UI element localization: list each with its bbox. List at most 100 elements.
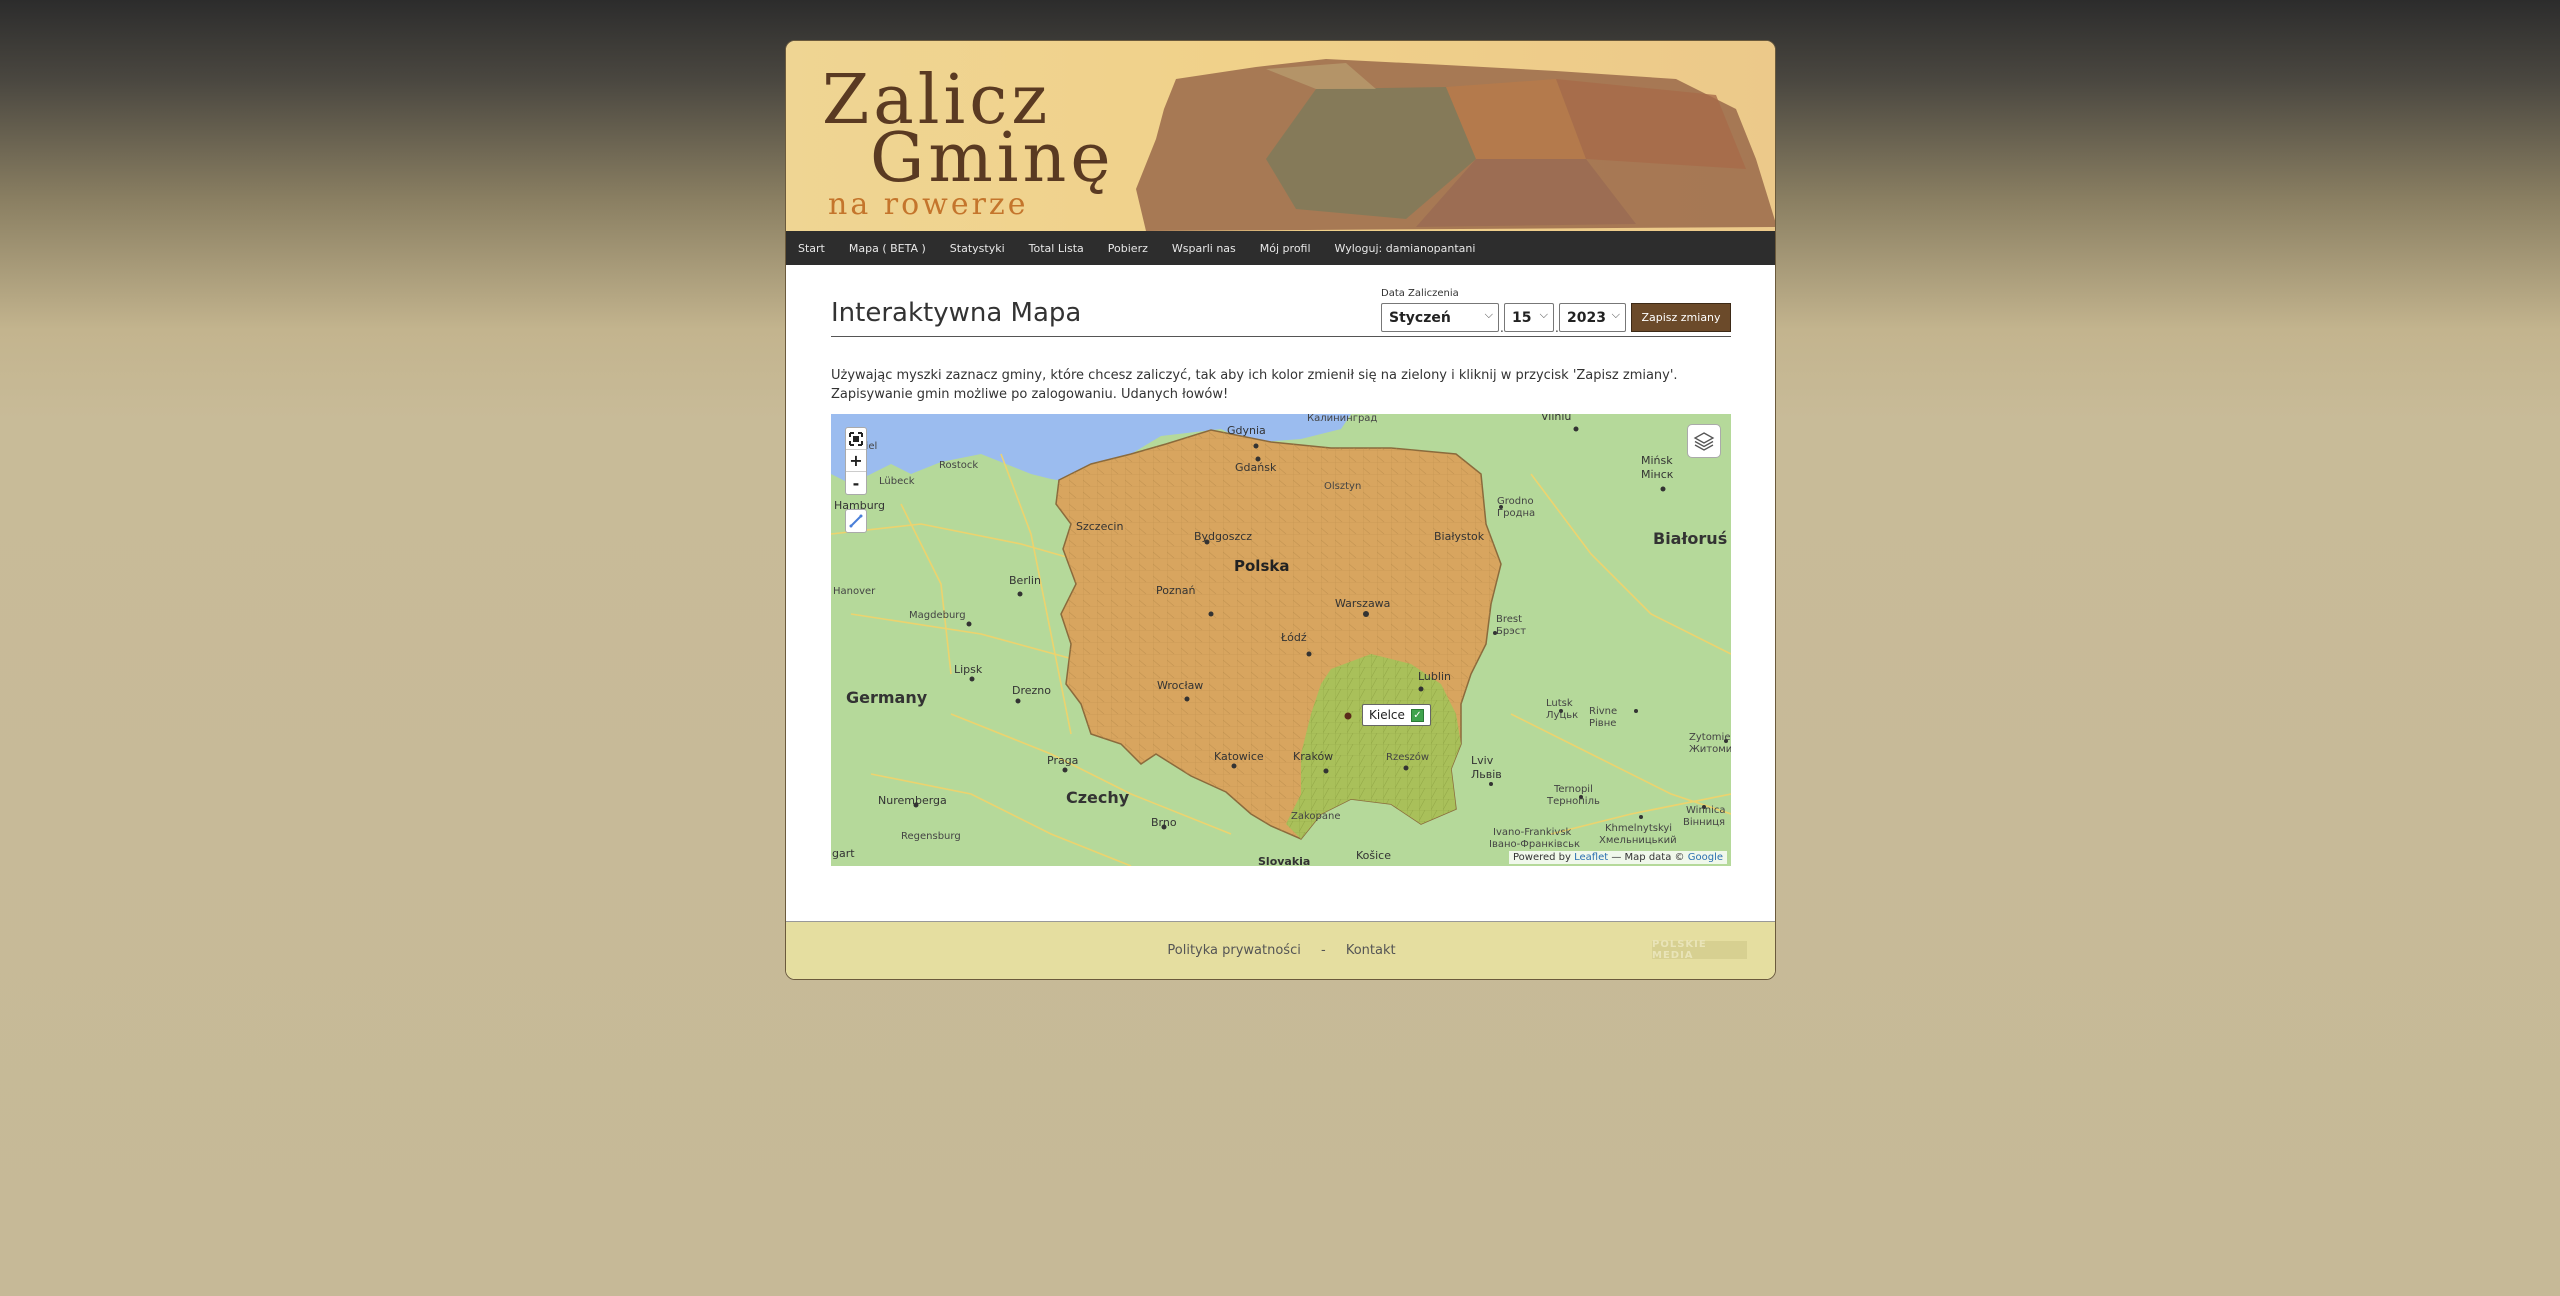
map-label-ternopil: Ternopil — [1554, 784, 1593, 795]
map-attribution: Powered by Leaflet — Map data © Google — [1508, 851, 1727, 864]
map-label-kosice: Košice — [1356, 849, 1391, 862]
map-label-zhytomyr-cyr: Житоми — [1689, 744, 1731, 755]
draw-control[interactable] — [845, 509, 867, 533]
nav-mapa-beta[interactable]: Mapa ( BETA ) — [849, 242, 926, 255]
map-label-lublin: Lublin — [1418, 670, 1451, 683]
map-label-rzeszow: Rzeszów — [1386, 752, 1430, 763]
save-button[interactable]: Zapisz zmiany — [1631, 303, 1731, 332]
draw-line-icon[interactable] — [846, 510, 866, 532]
fullscreen-icon[interactable] — [846, 428, 866, 450]
map-label-brest-cyr: Брэст — [1496, 626, 1527, 637]
map-label-ivano-frankivsk: Ivano-Frankivsk — [1493, 827, 1572, 838]
map-label-minsk-cyr: Мінск — [1641, 468, 1674, 481]
map-label-poznan: Poznań — [1156, 584, 1196, 597]
checkbox-checked-icon[interactable]: ✓ — [1410, 708, 1424, 722]
map-label-berlin: Berlin — [1009, 574, 1041, 587]
instructions-line-2: Zapisywanie gmin możliwe po zalogowaniu.… — [831, 387, 1229, 402]
map-label-katowice: Katowice — [1214, 750, 1264, 763]
attribution-middle: — Map data © — [1611, 852, 1685, 863]
map-label-vilnius: Vilniu — [1541, 414, 1572, 423]
map-label-bydgoszcz: Bydgoszcz — [1194, 530, 1253, 543]
day-select[interactable]: 15 ⌵ — [1504, 303, 1554, 332]
footer-links: Polityka prywatności - Kontakt — [786, 943, 1775, 958]
nav-wsparli-nas[interactable]: Wsparli nas — [1172, 242, 1236, 255]
map-label-gdynia: Gdynia — [1227, 424, 1266, 437]
map-label-brno: Brno — [1151, 816, 1177, 829]
map-label-grodno: Grodno — [1497, 496, 1534, 507]
month-select-value: Styczeń — [1389, 309, 1451, 326]
map-label-lviv: Lviv — [1471, 754, 1494, 767]
map-label-nuremberga: Nuremberga — [878, 794, 947, 807]
map-label-brest: Brest — [1496, 614, 1523, 625]
map-label-szczecin: Szczecin — [1076, 520, 1124, 533]
map-label-ivano-frankivsk-cyr: Івано-Франківськ — [1489, 839, 1581, 850]
map-label-kaliningrad: Калининград — [1307, 414, 1378, 424]
fullscreen-control[interactable]: + - — [845, 427, 867, 495]
footer-brand-logo[interactable]: POLSKIE MEDIA — [1652, 939, 1747, 961]
zoom-in-button[interactable]: + — [846, 450, 866, 472]
map-label-lviv-cyr: Львів — [1471, 768, 1502, 781]
nav-wyloguj[interactable]: Wyloguj: damianopantani — [1335, 242, 1476, 255]
instructions: Używając myszki zaznacz gminy, które chc… — [831, 366, 1731, 404]
site-footer: Polityka prywatności - Kontakt POLSKIE M… — [786, 921, 1775, 979]
title-divider — [831, 336, 1731, 337]
map-label-ternopil-cyr: Тернопіль — [1547, 796, 1600, 807]
map-label-lutsk-cyr: Луцьк — [1546, 710, 1579, 721]
chevron-down-icon: ⌵ — [1539, 308, 1548, 321]
day-select-value: 15 — [1512, 309, 1532, 326]
map-label-khmelnytskyi: Khmelnytskyi — [1605, 823, 1673, 834]
nav-statystyki[interactable]: Statystyki — [950, 242, 1005, 255]
footer-separator: - — [1320, 943, 1326, 958]
interactive-map[interactable]: Gdynia Gdańsk Olsztyn Szczecin Bydgoszcz… — [831, 414, 1731, 866]
attribution-prefix: Powered by — [1512, 852, 1571, 863]
year-select[interactable]: 2023 ⌵ — [1559, 303, 1626, 332]
nav-total-lista[interactable]: Total Lista — [1029, 242, 1084, 255]
map-label-bialorus: Białoruś — [1653, 529, 1728, 548]
header-map-illustration — [1136, 59, 1775, 231]
page-container: Zalicz Gminę na rowerze Start Mapa ( BET… — [785, 40, 1776, 980]
map-label-zakopane: Zakopane — [1291, 811, 1341, 822]
instructions-line-1: Używając myszki zaznacz gminy, które chc… — [831, 368, 1678, 383]
logo-subtitle: na rowerze — [828, 187, 1029, 222]
map-label-lubeck: Lübeck — [879, 476, 915, 487]
map-label-gdansk: Gdańsk — [1235, 461, 1277, 474]
nav-moj-profil[interactable]: Mój profil — [1260, 242, 1311, 255]
map-label-poland: Polska — [1234, 557, 1290, 575]
month-select[interactable]: Styczeń ⌵ — [1381, 303, 1499, 332]
map-label-praga: Praga — [1047, 754, 1079, 767]
map-label-slovakia: Slovakia — [1258, 855, 1311, 866]
map-label-drezno: Drezno — [1012, 684, 1051, 697]
date-label: Data Zaliczenia — [1381, 288, 1459, 299]
zoom-out-button[interactable]: - — [846, 472, 866, 494]
main-nav: Start Mapa ( BETA ) Statystyki Total Lis… — [786, 231, 1775, 265]
popup-label: Kielce — [1369, 708, 1405, 722]
leaflet-link[interactable]: Leaflet — [1574, 852, 1608, 863]
google-link[interactable]: Google — [1688, 852, 1723, 863]
map-label-rivne-cyr: Рівне — [1589, 718, 1617, 729]
map-label-warszawa: Warszawa — [1335, 597, 1391, 610]
map-label-lutsk: Lutsk — [1546, 698, 1573, 709]
map-label-rivne: Rivne — [1589, 706, 1618, 717]
chevron-down-icon: ⌵ — [1611, 308, 1620, 321]
map-label-minsk: Mińsk — [1641, 454, 1673, 467]
year-select-value: 2023 — [1567, 309, 1606, 326]
map-label-olsztyn: Olsztyn — [1324, 481, 1362, 492]
privacy-link[interactable]: Polityka prywatności — [1167, 943, 1300, 958]
map-label-magdeburg: Magdeburg — [909, 610, 966, 621]
map-label-krakow: Kraków — [1293, 750, 1334, 763]
chevron-down-icon: ⌵ — [1484, 308, 1493, 321]
nav-pobierz[interactable]: Pobierz — [1108, 242, 1148, 255]
map-label-czechy: Czechy — [1066, 788, 1130, 807]
map-label-vinnytsia: Winnica — [1686, 805, 1726, 816]
map-label-lodz: Łódź — [1281, 631, 1307, 644]
nav-start[interactable]: Start — [798, 242, 825, 255]
map-label-vinnytsia-cyr: Вінниця — [1683, 817, 1726, 828]
map-label-zhytomyr: Zytomie — [1689, 732, 1731, 743]
page-title: Interaktywna Mapa — [831, 298, 1082, 328]
layers-icon — [1693, 432, 1715, 451]
layers-button[interactable] — [1687, 424, 1721, 458]
contact-link[interactable]: Kontakt — [1346, 943, 1396, 958]
map-label-khmelnytskyi-cyr: Хмельницький — [1599, 835, 1677, 846]
map-label-germany: Germany — [846, 688, 928, 707]
map-popup-kielce[interactable]: Kielce ✓ — [1362, 704, 1431, 726]
